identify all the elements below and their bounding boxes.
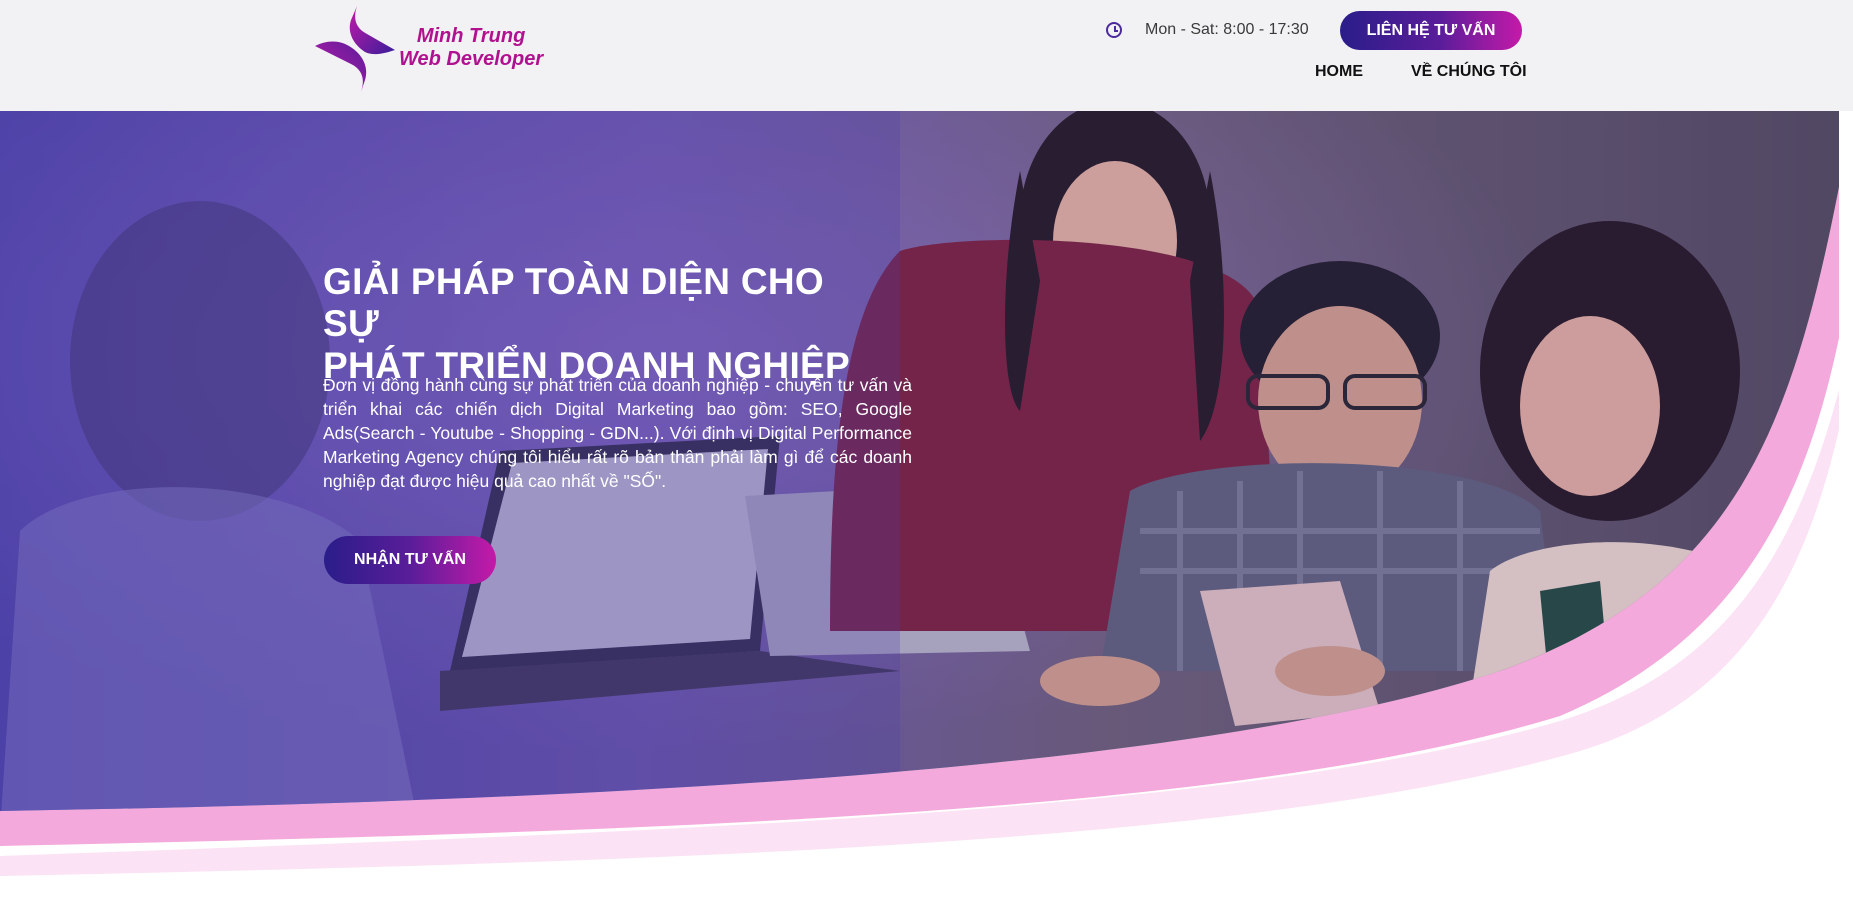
opening-hours-text: Mon - Sat: 8:00 - 17:30	[1145, 21, 1309, 38]
page-scrollbar[interactable]	[1839, 0, 1853, 915]
contact-button[interactable]: LIÊN HỆ TƯ VẤN	[1340, 11, 1522, 50]
hero-title: GIẢI PHÁP TOÀN DIỆN CHO SỰ PHÁT TRIỂN DO…	[323, 261, 883, 387]
hero-banner: GIẢI PHÁP TOÀN DIỆN CHO SỰ PHÁT TRIỂN DO…	[0, 111, 1853, 915]
hero-title-line-1: GIẢI PHÁP TOÀN DIỆN CHO SỰ	[323, 261, 824, 344]
logo-text: Minh Trung Web Developer	[399, 25, 543, 71]
logo-line-2: Web Developer	[399, 48, 544, 70]
logo-mark-icon	[315, 6, 395, 92]
nav-about-us[interactable]: VỀ CHÚNG TÔI	[1411, 63, 1527, 81]
nav-home[interactable]: HOME	[1315, 63, 1363, 81]
site-header: Minh Trung Web Developer Mon - Sat: 8:00…	[0, 0, 1853, 111]
site-logo[interactable]: Minh Trung Web Developer	[313, 4, 593, 94]
hero-description: Đơn vị đồng hành cùng sự phát triển của …	[323, 375, 912, 491]
clock-icon	[1106, 22, 1122, 38]
hero-background-image	[0, 111, 1853, 876]
get-advice-button[interactable]: NHẬN TƯ VẤN	[324, 536, 496, 584]
logo-line-1: Minh Trung	[416, 25, 526, 47]
opening-hours: Mon - Sat: 8:00 - 17:30	[1106, 18, 1309, 42]
